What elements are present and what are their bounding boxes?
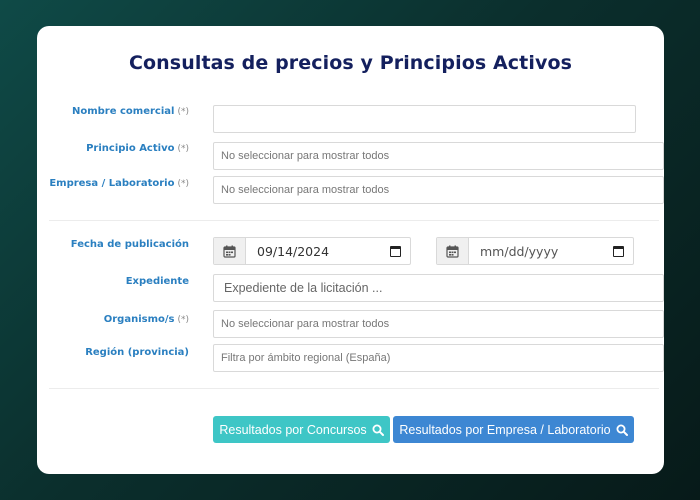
fecha-label: Fecha de publicación [70, 239, 189, 250]
resultados-concursos-label: Resultados por Concursos [219, 422, 367, 437]
nombre-comercial-label: Nombre comercial (*) [71, 106, 189, 117]
expediente-placeholder: Expediente de la licitación ... [224, 281, 383, 295]
expediente-input[interactable]: Expediente de la licitación ... [213, 274, 664, 302]
calendar-icon [214, 238, 246, 264]
organismo-label: Organismo/s (*) [103, 314, 189, 325]
search-icon [372, 424, 384, 436]
organismo-placeholder: No seleccionar para mostrar todos [221, 318, 390, 330]
fecha-desde-value: 09/14/2024 [257, 243, 330, 259]
required-mark: (*) [177, 315, 189, 325]
date-picker-icon[interactable] [613, 245, 624, 257]
fecha-hasta-placeholder: mm/dd/yyyy [480, 243, 559, 259]
section-divider [49, 220, 659, 221]
empresa-select[interactable]: No seleccionar para mostrar todos [213, 176, 664, 204]
search-icon [616, 424, 628, 436]
empresa-label: Empresa / Laboratorio (*) [49, 178, 189, 189]
principio-activo-placeholder: No seleccionar para mostrar todos [221, 150, 390, 162]
fecha-hasta-input[interactable]: mm/dd/yyyy [436, 237, 634, 265]
principio-activo-select[interactable]: No seleccionar para mostrar todos [213, 142, 664, 170]
required-mark: (*) [177, 179, 189, 189]
search-form-card: Consultas de precios y Principios Activo… [37, 26, 664, 474]
expediente-label: Expediente [125, 276, 189, 287]
principio-activo-label: Principio Activo (*) [86, 143, 189, 154]
calendar-icon [437, 238, 469, 264]
fecha-desde-input[interactable]: 09/14/2024 [213, 237, 411, 265]
page-title: Consultas de precios y Principios Activo… [128, 52, 573, 74]
required-mark: (*) [177, 144, 189, 154]
required-mark: (*) [177, 107, 189, 117]
resultados-concursos-button[interactable]: Resultados por Concursos [213, 416, 390, 443]
nombre-comercial-input[interactable] [213, 105, 636, 133]
region-placeholder: Filtra por ámbito regional (España) [221, 352, 391, 364]
empresa-placeholder: No seleccionar para mostrar todos [221, 184, 390, 196]
region-select[interactable]: Filtra por ámbito regional (España) [213, 344, 664, 372]
section-divider [49, 388, 659, 389]
date-picker-icon[interactable] [390, 245, 401, 257]
resultados-empresa-button[interactable]: Resultados por Empresa / Laboratorio [393, 416, 634, 443]
organismo-select[interactable]: No seleccionar para mostrar todos [213, 310, 664, 338]
region-label: Región (provincia) [85, 347, 189, 358]
resultados-empresa-label: Resultados por Empresa / Laboratorio [399, 422, 611, 437]
